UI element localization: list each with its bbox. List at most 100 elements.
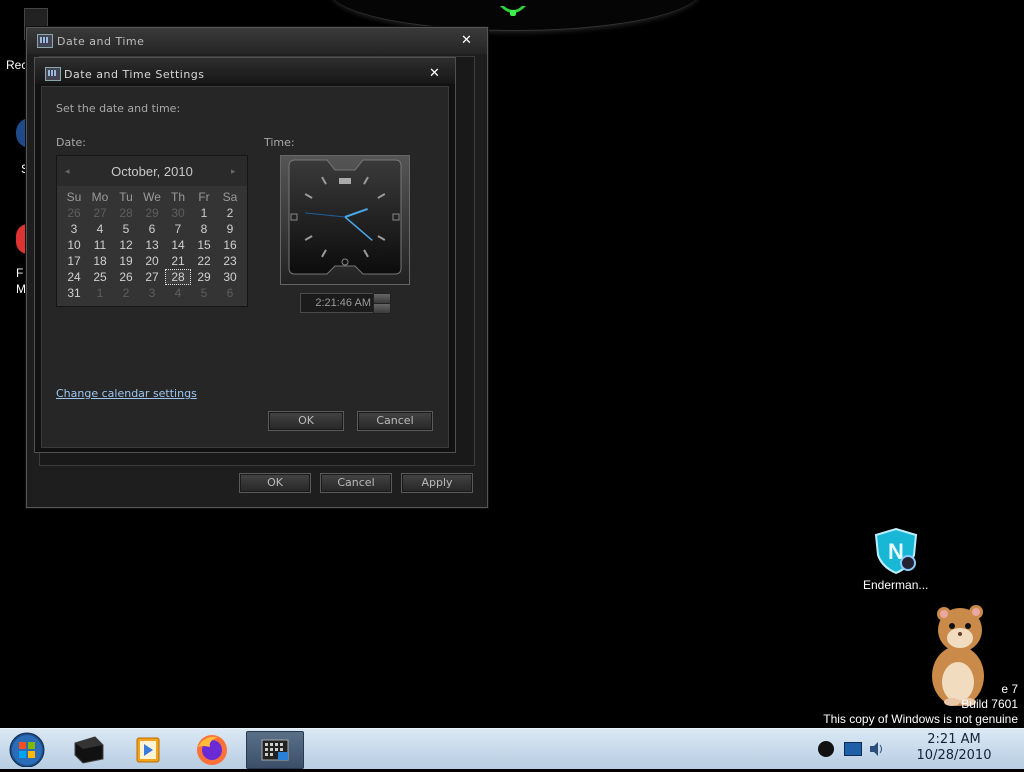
instruction-text: Set the date and time: <box>56 102 181 115</box>
dialog-app-icon <box>45 67 61 81</box>
clock-face-icon <box>288 159 402 275</box>
watermark-not-genuine: This copy of Windows is not genuine <box>823 712 1018 726</box>
calendar-day[interactable]: 1 <box>191 205 217 221</box>
calendar-day[interactable]: 20 <box>139 253 165 269</box>
analog-clock <box>280 155 410 285</box>
calendar-day[interactable]: 24 <box>61 269 87 285</box>
enderman-shortcut-label[interactable]: Enderman... <box>863 578 928 592</box>
calendar-day[interactable]: 29 <box>139 205 165 221</box>
time-label: Time: <box>264 136 295 149</box>
dialog-body: Set the date and time: Date: Time: ◂ Oct… <box>41 86 449 448</box>
calendar-day[interactable]: 3 <box>61 221 87 237</box>
calendar-week-row: 31 1 2 3 4 5 6 <box>61 285 243 301</box>
calendar-day[interactable]: 5 <box>191 285 217 301</box>
calendar-day[interactable]: 2 <box>113 285 139 301</box>
tray-time[interactable]: 2:21 AM <box>890 732 1018 748</box>
calendar-day[interactable]: 31 <box>61 285 87 301</box>
dialog-ok-button[interactable]: OK <box>268 411 344 431</box>
desktop-label-recycle: Rec <box>6 58 28 72</box>
calendar-day[interactable]: 27 <box>139 269 165 285</box>
calendar-day[interactable]: 27 <box>87 205 113 221</box>
dialog-title-bar[interactable]: Date and Time Settings ✕ <box>35 58 455 84</box>
calendar-day-header: Su <box>66 190 82 204</box>
enderman-shortcut-icon[interactable]: N <box>872 527 920 575</box>
start-button[interactable] <box>0 731 54 768</box>
calendar-day[interactable]: 2 <box>217 205 243 221</box>
calendar-day-header: Fr <box>198 190 210 204</box>
date-time-settings-dialog: Date and Time Settings ✕ Set the date an… <box>34 57 456 453</box>
outer-window-title: Date and Time <box>57 35 145 48</box>
calendar-week-row: 24 25 26 27 28 29 30 <box>61 269 243 285</box>
calendar-day-headers: Su Mo Tu We Th Fr Sa <box>61 189 243 205</box>
date-label: Date: <box>56 136 86 149</box>
calendar-month-title[interactable]: October, 2010 <box>79 164 225 179</box>
outer-close-icon[interactable]: ✕ <box>461 33 472 48</box>
calendar-day[interactable]: 6 <box>139 221 165 237</box>
desktop-label-m: M <box>16 282 26 296</box>
calendar-week-row: 3456789 <box>61 221 243 237</box>
dialog-cancel-button[interactable]: Cancel <box>357 411 433 431</box>
calendar-day[interactable]: 22 <box>191 253 217 269</box>
calendar-day[interactable]: 26 <box>113 269 139 285</box>
calendar-day[interactable]: 16 <box>217 237 243 253</box>
desktop-label-f: F <box>16 266 24 280</box>
calendar-day[interactable]: 4 <box>165 285 191 301</box>
calendar-day[interactable]: 30 <box>165 205 191 221</box>
black-box-icon <box>74 736 104 764</box>
calendar-day[interactable]: 21 <box>165 253 191 269</box>
calendar-day[interactable]: 1 <box>87 285 113 301</box>
outer-ok-button[interactable]: OK <box>239 473 311 493</box>
time-input[interactable]: 2:21:46 AM <box>300 293 374 313</box>
calendar-day[interactable]: 19 <box>113 253 139 269</box>
calendar-day[interactable]: 3 <box>139 285 165 301</box>
change-calendar-settings-link[interactable]: Change calendar settings <box>56 387 197 400</box>
date-time-app-icon <box>37 34 53 48</box>
calendar-day[interactable]: 15 <box>191 237 217 253</box>
calendar-day[interactable]: 12 <box>113 237 139 253</box>
tray-date[interactable]: 10/28/2010 <box>890 748 1018 764</box>
calendar-header: ◂ October, 2010 ▸ <box>57 156 247 186</box>
dialog-title: Date and Time Settings <box>64 68 205 81</box>
calendar-day[interactable]: 5 <box>113 221 139 237</box>
taskbar-firefox[interactable] <box>184 731 240 767</box>
calendar-day[interactable]: 28 <box>113 205 139 221</box>
next-month-icon[interactable]: ▸ <box>231 167 236 177</box>
taskbar-media-player[interactable] <box>120 731 176 767</box>
calendar-day[interactable]: 26 <box>61 205 87 221</box>
dialog-close-icon[interactable]: ✕ <box>429 66 440 81</box>
tray-network-icon[interactable] <box>844 742 862 756</box>
calendar-day[interactable]: 10 <box>61 237 87 253</box>
outer-cancel-button[interactable]: Cancel <box>320 473 392 493</box>
calendar-day[interactable]: 25 <box>87 269 113 285</box>
calendar-day-header: Tu <box>119 190 133 204</box>
watermark-build: Build 7601 <box>961 697 1018 711</box>
calendar-day[interactable]: 17 <box>61 253 87 269</box>
month-calendar[interactable]: ◂ October, 2010 ▸ Su Mo Tu We Th Fr Sa 26 27 28 29… <box>56 155 248 307</box>
calendar-selected-day[interactable]: 28 <box>165 269 191 285</box>
taskbar-date-time[interactable] <box>246 731 304 769</box>
calendar-day[interactable]: 4 <box>87 221 113 237</box>
calendar-day[interactable]: 13 <box>139 237 165 253</box>
calendar-day[interactable]: 8 <box>191 221 217 237</box>
calendar-day[interactable]: 6 <box>217 285 243 301</box>
calendar-day[interactable]: 23 <box>217 253 243 269</box>
media-player-icon <box>136 737 160 763</box>
calendar-day-header: Sa <box>222 190 238 204</box>
calendar-day-header: Th <box>170 190 185 204</box>
calendar-day[interactable]: 18 <box>87 253 113 269</box>
outer-apply-button[interactable]: Apply <box>401 473 473 493</box>
calendar-day[interactable]: 9 <box>217 221 243 237</box>
tray-volume-icon[interactable] <box>868 740 884 758</box>
calendar-day[interactable]: 7 <box>165 221 191 237</box>
calendar-week-row: 10 11 12 13 14 15 16 <box>61 237 243 253</box>
watermark-windows-version: e 7 <box>1001 682 1018 696</box>
calendar-day[interactable]: 30 <box>217 269 243 285</box>
calendar-day[interactable]: 11 <box>87 237 113 253</box>
calendar-day[interactable]: 29 <box>191 269 217 285</box>
tray-action-center-icon[interactable] <box>818 741 834 757</box>
prev-month-icon[interactable]: ◂ <box>65 167 70 177</box>
outer-title-bar[interactable]: Date and Time ✕ <box>27 28 487 54</box>
taskbar-app-1[interactable] <box>61 731 117 767</box>
time-spin-down-button[interactable] <box>373 303 391 314</box>
calendar-day[interactable]: 14 <box>165 237 191 253</box>
